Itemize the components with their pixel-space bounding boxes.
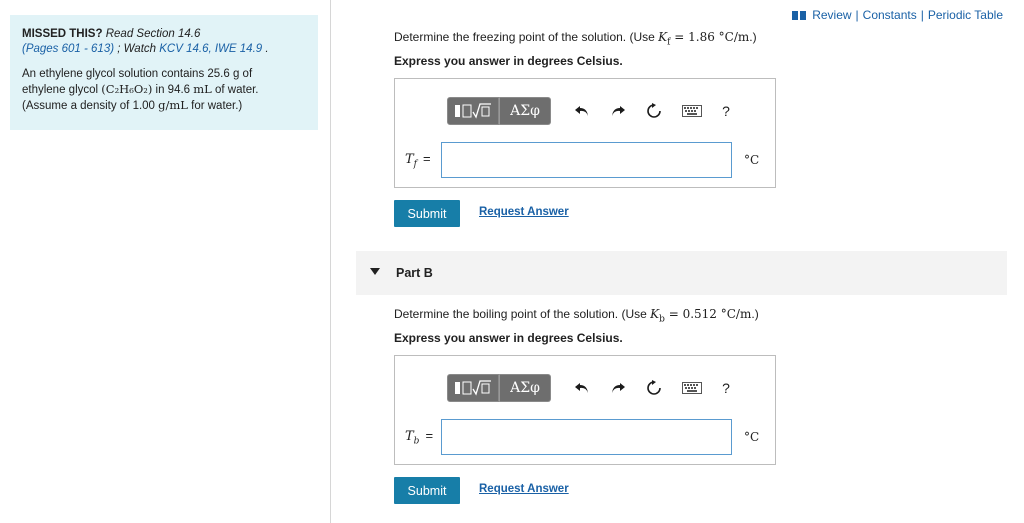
variable-symbol: T [405, 429, 414, 444]
equals-sign: = [425, 428, 434, 443]
part-b-request-answer-link[interactable]: Request Answer [479, 483, 569, 495]
question-end: .) [751, 307, 759, 321]
part-a-label: Tf = [405, 151, 431, 170]
variable-symbol: T [405, 152, 414, 167]
part-a-unit: °C [744, 153, 760, 167]
constant-symbol: K [650, 307, 660, 321]
part-a-toolbar: ΑΣφ ? [447, 97, 739, 125]
greek-symbols-icon[interactable]: ΑΣφ [499, 97, 551, 125]
variable-subscript: b [413, 436, 420, 447]
pages-line: (Pages 601 - 613) ; Watch KCV 14.6, IWE … [22, 42, 306, 57]
part-b-answer-input[interactable] [441, 419, 732, 455]
intro-line-3: (Assume a density of 1.00 g/mL for water… [22, 98, 306, 114]
separator: | [920, 8, 924, 22]
equals-sign: = [423, 151, 431, 166]
help-icon[interactable]: ? [713, 375, 739, 401]
keyboard-icon[interactable] [679, 98, 705, 124]
intro-3a: (Assume a density of 1.00 [22, 100, 159, 112]
intro-text: An ethylene glycol solution contains 25.… [22, 67, 306, 114]
question-text: Determine the boiling point of the solut… [394, 307, 651, 321]
question-end: .) [749, 30, 757, 44]
intro-line-2: ethylene glycol (C₂H₆O₂) in 94.6 mL of w… [22, 82, 306, 98]
collapse-arrow-icon[interactable] [370, 268, 380, 275]
review-link[interactable]: Review [812, 8, 851, 22]
book-icon [792, 10, 807, 20]
redo-icon[interactable] [605, 98, 631, 124]
watch-sep: ; Watch [117, 43, 157, 55]
period: . [265, 43, 269, 55]
intro-line-1: An ethylene glycol solution contains 25.… [22, 68, 253, 80]
read-section-link[interactable]: Read Section 14.6 [106, 28, 201, 40]
part-a-question: Determine the freezing point of the solu… [394, 30, 757, 47]
template-buttons: ΑΣφ [447, 97, 551, 125]
formula: (C₂H₆O₂) [101, 82, 153, 96]
question-text: Determine the freezing point of the solu… [394, 30, 659, 44]
part-b-title: Part B [396, 266, 433, 280]
sidebar: MISSED THIS? Read Section 14.6 (Pages 60… [0, 0, 331, 523]
top-links: Review | Constants | Periodic Table [792, 8, 1003, 22]
density-unit: g/mL [158, 98, 188, 112]
part-a-request-answer-link[interactable]: Request Answer [479, 206, 569, 218]
reset-icon[interactable] [641, 98, 667, 124]
unit-ml: mL [193, 82, 212, 96]
variable-subscript: f [413, 159, 418, 170]
part-b-header[interactable] [356, 251, 1007, 295]
templates-icon[interactable] [447, 97, 499, 125]
part-b-instruction: Express you answer in degrees Celsius. [394, 331, 623, 345]
missed-this-line: MISSED THIS? Read Section 14.6 [22, 27, 306, 42]
part-b-submit-button[interactable]: Submit [394, 477, 460, 504]
part-a-submit-button[interactable]: Submit [394, 200, 460, 227]
intro-2a: ethylene glycol [22, 84, 102, 96]
part-a-answer-input[interactable] [441, 142, 732, 178]
undo-icon[interactable] [569, 375, 595, 401]
intro-3b: for water.) [187, 100, 243, 112]
keyboard-icon[interactable] [679, 375, 705, 401]
part-b-toolbar: ΑΣφ ? [447, 374, 739, 402]
constant-value: = 0.512 °C/m [664, 307, 752, 321]
constants-link[interactable]: Constants [863, 8, 917, 22]
reset-icon[interactable] [641, 375, 667, 401]
part-b-question: Determine the boiling point of the solut… [394, 307, 759, 324]
periodic-table-link[interactable]: Periodic Table [928, 8, 1003, 22]
pages-link[interactable]: (Pages 601 - 613) [22, 43, 114, 55]
templates-icon[interactable] [447, 374, 499, 402]
intro-2b: in 94.6 [152, 84, 194, 96]
undo-icon[interactable] [569, 98, 595, 124]
greek-symbols-icon[interactable]: ΑΣφ [499, 374, 551, 402]
constant-symbol: K [658, 30, 668, 44]
part-b-unit: °C [744, 430, 760, 444]
part-a-instruction: Express you answer in degrees Celsius. [394, 54, 623, 68]
template-buttons: ΑΣφ [447, 374, 551, 402]
part-b-label: Tb = [405, 428, 433, 447]
redo-icon[interactable] [605, 375, 631, 401]
separator: | [855, 8, 859, 22]
help-icon[interactable]: ? [713, 98, 739, 124]
intro-2c: of water. [211, 84, 259, 96]
hint-box: MISSED THIS? Read Section 14.6 (Pages 60… [10, 15, 318, 130]
constant-value: = 1.86 °C/m [670, 30, 750, 44]
missed-label: MISSED THIS? [22, 28, 103, 40]
watch-links[interactable]: KCV 14.6, IWE 14.9 [159, 43, 262, 55]
